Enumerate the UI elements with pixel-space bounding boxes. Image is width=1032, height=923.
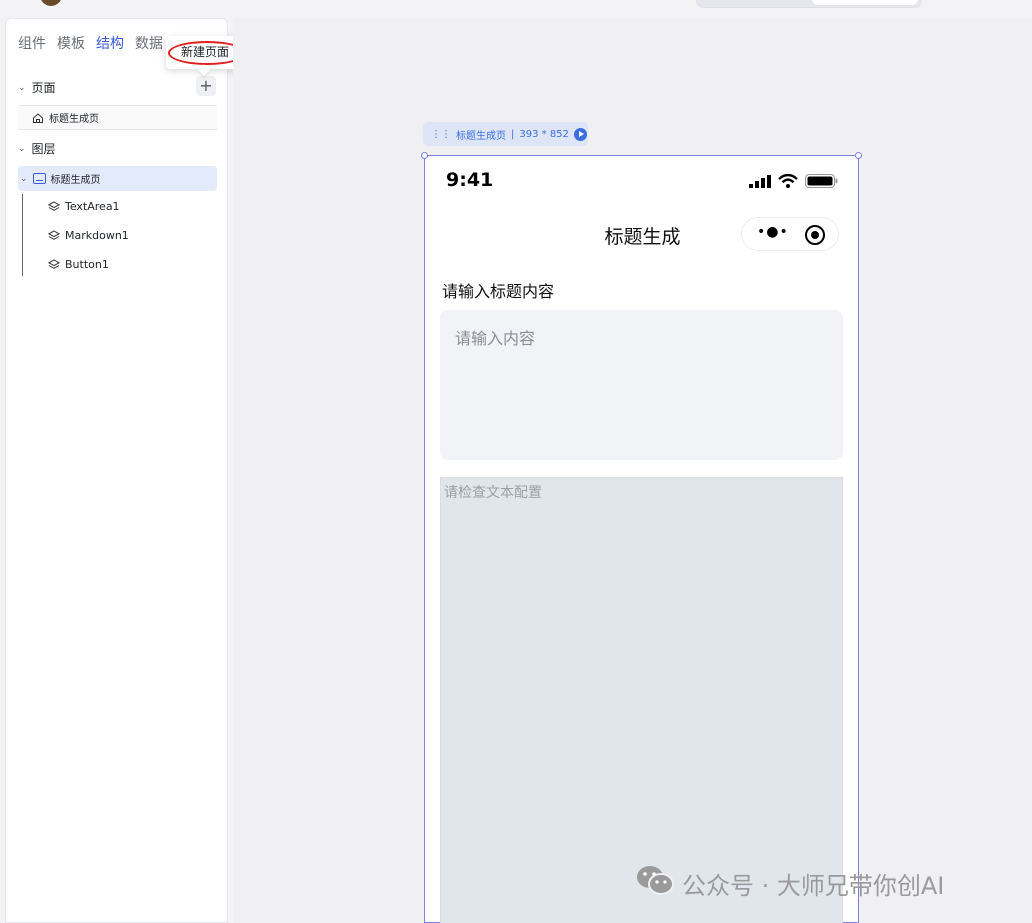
tree-guide-line <box>22 194 23 276</box>
battery-icon <box>805 173 838 192</box>
left-panel: 组件 模板 结构 数据 ⌄ 页面 + 标题生成页 ⌄ 图层 ⌄ 标题生成页 Te… <box>5 18 228 923</box>
tab-components[interactable]: 组件 <box>18 33 46 53</box>
view-mode-switch[interactable] <box>696 0 922 8</box>
watermark: 公众号 · 大师兄带你创AI <box>636 864 944 902</box>
panel-tabs: 组件 模板 结构 数据 <box>18 33 163 53</box>
layer-root-label: 标题生成页 <box>50 175 101 186</box>
form-label: 请输入标题内容 <box>442 282 555 301</box>
tab-structure[interactable]: 结构 <box>96 33 124 53</box>
layer-item-markdown[interactable]: Markdown1 <box>48 229 129 242</box>
play-preview-icon[interactable] <box>573 127 587 141</box>
pages-section-header[interactable]: ⌄ 页面 <box>18 79 56 96</box>
frame-name: 标题生成页 <box>456 130 506 142</box>
layers-section-label: 图层 <box>31 142 56 156</box>
user-avatar[interactable] <box>40 0 62 6</box>
content-textarea[interactable] <box>440 310 843 460</box>
layer-item-label: Markdown1 <box>65 229 129 242</box>
layers-icon <box>48 230 60 241</box>
signal-icon <box>749 173 771 192</box>
page-item[interactable]: 标题生成页 <box>18 105 217 130</box>
add-page-button[interactable]: + <box>196 76 216 96</box>
status-icons <box>749 173 838 192</box>
layer-root-item[interactable]: ⌄ 标题生成页 <box>18 166 217 191</box>
layer-item-label: TextArea1 <box>65 200 120 213</box>
more-icon[interactable]: •●• <box>757 224 789 240</box>
layers-icon <box>48 201 60 212</box>
layer-item-label: Button1 <box>65 258 109 271</box>
drag-handle-icon[interactable]: ⋮⋮ <box>431 129 451 140</box>
layers-section-header[interactable]: ⌄ 图层 <box>18 140 56 157</box>
layers-icon <box>48 259 60 270</box>
tab-templates[interactable]: 模板 <box>57 33 85 53</box>
close-target-icon[interactable] <box>805 225 825 245</box>
markdown-output: 请检查文本配置 <box>440 477 843 923</box>
layer-item-textarea[interactable]: TextArea1 <box>48 200 120 213</box>
chevron-down-icon: ⌄ <box>18 82 26 93</box>
home-icon <box>32 112 44 124</box>
layer-item-button[interactable]: Button1 <box>48 258 109 271</box>
mini-program-capsule[interactable]: •●• <box>741 217 839 251</box>
tab-data[interactable]: 数据 <box>135 33 163 53</box>
chevron-down-icon: ⌄ <box>18 143 26 154</box>
chevron-down-icon: ⌄ <box>20 173 28 184</box>
watermark-text: 公众号 · 大师兄带你创AI <box>682 871 945 900</box>
status-time: 9:41 <box>446 169 494 191</box>
divider: | <box>511 128 515 140</box>
wechat-icon <box>636 864 674 902</box>
page-frame-icon <box>32 173 46 184</box>
resize-handle[interactable] <box>855 152 862 159</box>
markdown-placeholder: 请检查文本配置 <box>444 485 542 501</box>
frame-size: 393 * 852 <box>519 128 569 140</box>
resize-handle[interactable] <box>421 152 428 159</box>
phone-frame[interactable]: 9:41 标题生成 •●• 请输入标题内容 请检查文本配置 <box>421 152 862 923</box>
pages-section-label: 页面 <box>31 81 56 95</box>
frame-label[interactable]: ⋮⋮ 标题生成页 | 393 * 852 <box>423 122 588 146</box>
page-item-label: 标题生成页 <box>49 114 99 125</box>
wifi-icon <box>778 173 798 192</box>
